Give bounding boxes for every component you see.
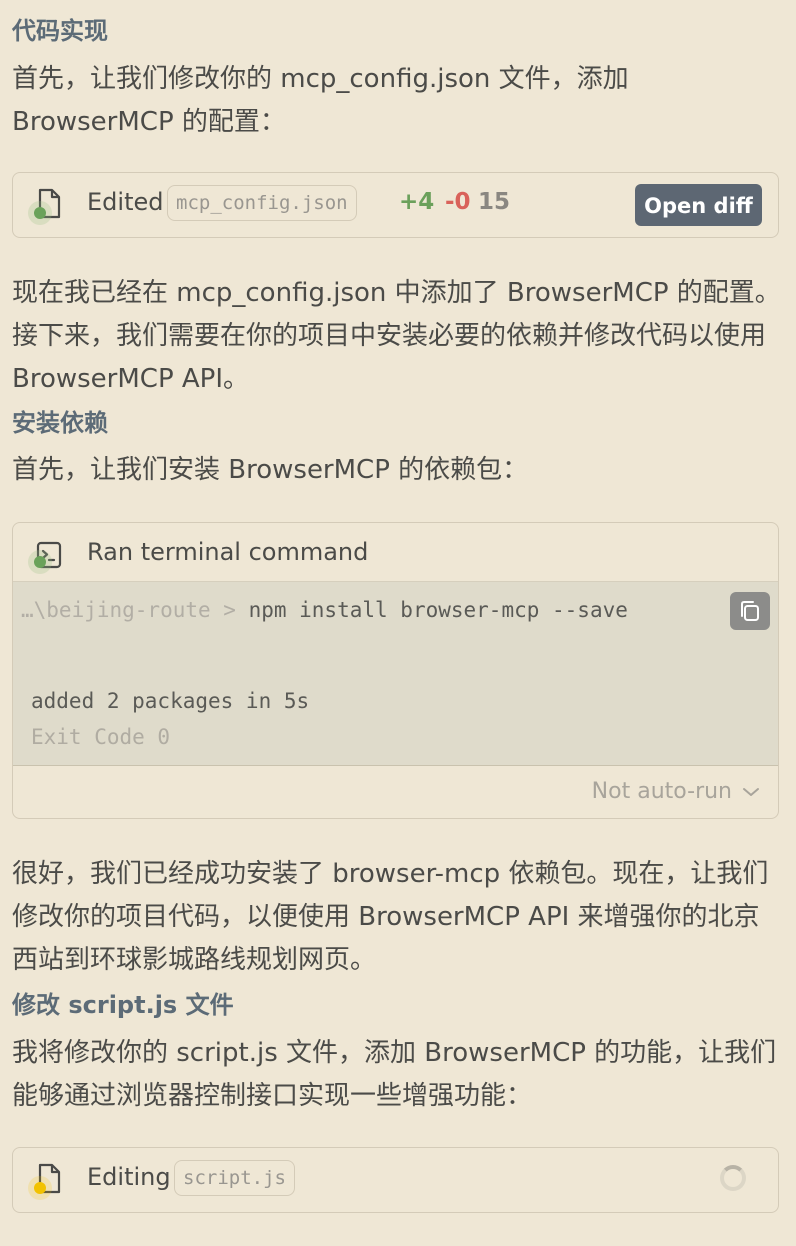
terminal-label: Ran terminal command xyxy=(87,538,369,566)
terminal-output: added 2 packages in 5s Exit Code 0 xyxy=(13,639,778,766)
editing-file-card: Editing script.js xyxy=(12,1147,779,1213)
paragraph-after-install: 很好，我们已经成功安装了 browser-mcp 依赖包。现在，让我们修改你的项… xyxy=(12,859,769,975)
terminal-exit-code: Exit Code 0 xyxy=(31,725,171,749)
terminal-command-card: Ran terminal command …\beijing-route > n… xyxy=(12,522,779,819)
status-dot-in-progress xyxy=(34,1182,46,1194)
terminal-path: …\beijing-route > xyxy=(21,598,249,622)
status-dot-success xyxy=(34,556,46,568)
open-diff-button[interactable]: Open diff xyxy=(635,184,762,226)
paragraph-install: 首先，让我们安装 BrowserMCP 的依赖包： xyxy=(12,455,529,485)
loading-spinner-icon xyxy=(720,1165,746,1191)
edited-label: Edited xyxy=(87,188,164,216)
diff-line-count: 15 xyxy=(478,189,511,215)
section-heading-implementation: 代码实现 xyxy=(12,17,108,45)
terminal-command-bar: …\beijing-route > npm install browser-mc… xyxy=(13,581,778,641)
auto-run-label: Not auto-run xyxy=(591,779,732,804)
terminal-output-line: added 2 packages in 5s xyxy=(31,689,310,713)
terminal-command: npm install browser-mcp --save xyxy=(248,598,628,622)
edited-file-card: Edited mcp_config.json +4 -0 15 Open dif… xyxy=(12,172,779,238)
diff-removed-count: -0 xyxy=(445,189,471,215)
chevron-down-icon xyxy=(743,788,759,796)
section-heading-script: 修改 script.js 文件 xyxy=(12,991,234,1019)
copy-icon xyxy=(741,601,759,621)
copy-button[interactable] xyxy=(730,592,770,630)
file-chip-script-js[interactable]: script.js xyxy=(174,1160,295,1196)
paragraph-after-edit: 现在我已经在 mcp_config.json 中添加了 BrowserMCP 的… xyxy=(12,278,781,394)
diff-added-count: +4 xyxy=(399,189,435,215)
terminal-command-text[interactable]: …\beijing-route > npm install browser-mc… xyxy=(21,593,628,627)
paragraph-intro: 首先，让我们修改你的 mcp_config.json 文件，添加 Browser… xyxy=(12,64,629,137)
auto-run-dropdown[interactable]: Not auto-run xyxy=(592,777,760,807)
file-chip-mcp-config[interactable]: mcp_config.json xyxy=(167,185,357,221)
editing-label: Editing xyxy=(87,1163,171,1191)
section-heading-install: 安装依赖 xyxy=(12,409,108,437)
status-dot-success xyxy=(34,207,46,219)
paragraph-script: 我将修改你的 script.js 文件，添加 BrowserMCP 的功能，让我… xyxy=(12,1038,777,1111)
